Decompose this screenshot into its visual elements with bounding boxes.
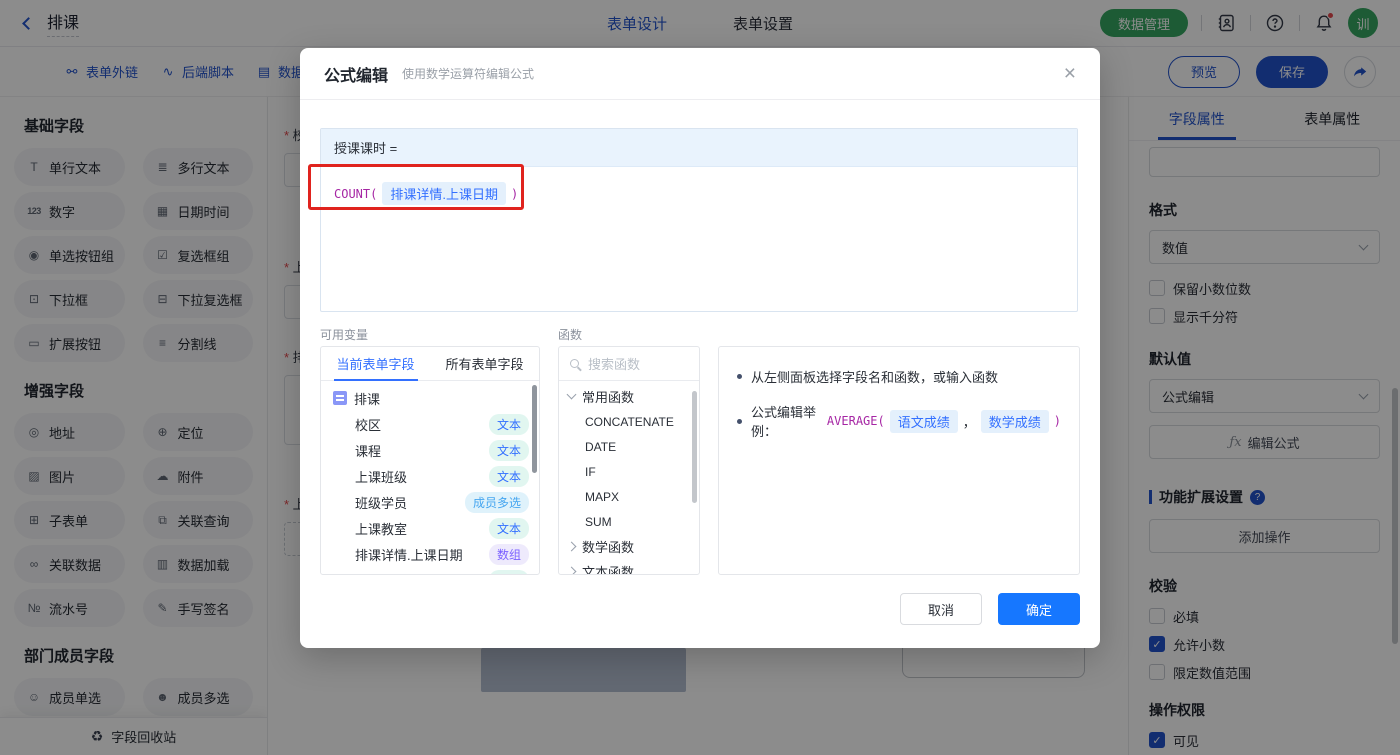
variables-panel: 当前表单字段 所有表单字段 排课 校区 文本 课程 文本 上课班级 文本 班级学员 成员多选 上课教… <box>320 346 540 575</box>
variable-name: 排课详情.上课日期 <box>355 547 463 563</box>
field-token[interactable]: 排课详情.上课日期 <box>382 182 506 205</box>
variable-type-badge: 文本 <box>488 465 529 487</box>
function-group-label: 常用函数 <box>582 390 635 405</box>
variable-type-badge: 成员多选 <box>464 491 529 513</box>
variable-name: 课程 <box>355 443 382 459</box>
variable-root-row[interactable]: 排课 <box>321 385 539 411</box>
formula-expression[interactable]: COUNT( 排课详情.上课日期 ) <box>321 167 1077 220</box>
variable-type-badge: 文本 <box>488 439 529 461</box>
variable-row[interactable]: 上课班级 文本 <box>321 463 539 489</box>
variable-type-badge: 文本 <box>488 517 529 539</box>
close-icon[interactable]: × <box>1064 63 1076 84</box>
formula-editor[interactable]: 授课课时 = COUNT( 排课详情.上课日期 ) <box>320 128 1078 312</box>
bullet-icon <box>737 418 742 424</box>
example-function: AVERAGE( <box>826 414 885 428</box>
function-close-paren: ) <box>510 186 519 201</box>
variables-scrollbar[interactable] <box>532 385 537 473</box>
formula-help-panel: 从左侧面板选择字段名和函数，或输入函数 公式编辑举例： AVERAGE( 语文成绩… <box>718 346 1080 575</box>
variable-name: 上课班级 <box>355 469 408 485</box>
variable-type-badge: 文本 <box>488 569 529 574</box>
chevron-right-icon <box>566 541 577 552</box>
confirm-button[interactable]: 确定 <box>998 593 1080 625</box>
search-icon <box>570 359 579 368</box>
variable-type-badge: 文本 <box>488 413 529 435</box>
function-item-SUM[interactable]: SUM <box>559 509 699 534</box>
example-close-paren: ) <box>1053 414 1061 428</box>
variable-name: 校区 <box>355 417 382 433</box>
function-search-input[interactable]: 搜索函数 <box>559 347 699 381</box>
variables-label: 可用变量 <box>320 328 369 342</box>
cancel-button[interactable]: 取消 <box>900 593 982 625</box>
chevron-right-icon <box>566 566 577 574</box>
functions-scrollbar[interactable] <box>692 391 697 503</box>
variable-row[interactable]: 排课详情.上课日期 数组 <box>321 541 539 567</box>
variable-name: 上课教室 <box>355 521 408 537</box>
variable-row[interactable]: 上课教室 文本 <box>321 515 539 541</box>
example-comma: ， <box>962 414 976 430</box>
formula-edit-dialog: 公式编辑 使用数学运算符编辑公式 × 授课课时 = COUNT( 排课详情.上课… <box>300 48 1100 648</box>
variables-tab-当前表单字段[interactable]: 当前表单字段 <box>321 347 430 380</box>
functions-panel: 搜索函数 常用函数 CONCATENATE DATE IF MAPX SUM 数学函数文本函… <box>558 346 700 575</box>
example-prefix: 公式编辑举例： <box>751 405 817 439</box>
form-doc-icon <box>333 391 347 405</box>
chevron-down-icon <box>566 389 577 400</box>
help-line-2: 公式编辑举例： AVERAGE( 语文成绩 ， 数学成绩 ) <box>751 402 1061 440</box>
variable-root-name: 排课 <box>354 391 381 407</box>
dialog-subtitle: 使用数学运算符编辑公式 <box>402 67 535 81</box>
function-group-常用函数[interactable]: 常用函数 <box>559 384 699 409</box>
function-group-文本函数[interactable]: 文本函数 <box>559 559 699 575</box>
variables-tab-所有表单字段[interactable]: 所有表单字段 <box>430 347 539 380</box>
bullet-icon <box>737 374 742 379</box>
formula-target: 授课课时 = <box>321 129 1077 167</box>
example-token: 语文成绩 <box>889 409 958 433</box>
functions-label: 函数 <box>558 328 583 342</box>
variable-name: 班级学员 <box>355 495 408 511</box>
function-item-CONCATENATE[interactable]: CONCATENATE <box>559 409 699 434</box>
function-group-数学函数[interactable]: 数学函数 <box>559 534 699 559</box>
example-token: 数学成绩 <box>980 409 1049 433</box>
function-group-label: 数学函数 <box>582 540 635 555</box>
variable-row[interactable]: 校区 文本 <box>321 411 539 437</box>
function-name: COUNT( <box>334 186 378 201</box>
variable-row[interactable]: 文本 <box>321 567 539 574</box>
function-item-DATE[interactable]: DATE <box>559 434 699 459</box>
variable-row[interactable]: 课程 文本 <box>321 437 539 463</box>
variable-row[interactable]: 班级学员 成员多选 <box>321 489 539 515</box>
function-group-label: 文本函数 <box>582 565 635 575</box>
search-placeholder: 搜索函数 <box>588 357 641 372</box>
dialog-title: 公式编辑 <box>324 67 389 85</box>
help-line-1: 从左侧面板选择字段名和函数，或输入函数 <box>751 370 999 385</box>
function-item-MAPX[interactable]: MAPX <box>559 484 699 509</box>
variable-type-badge: 数组 <box>488 543 529 565</box>
function-item-IF[interactable]: IF <box>559 459 699 484</box>
